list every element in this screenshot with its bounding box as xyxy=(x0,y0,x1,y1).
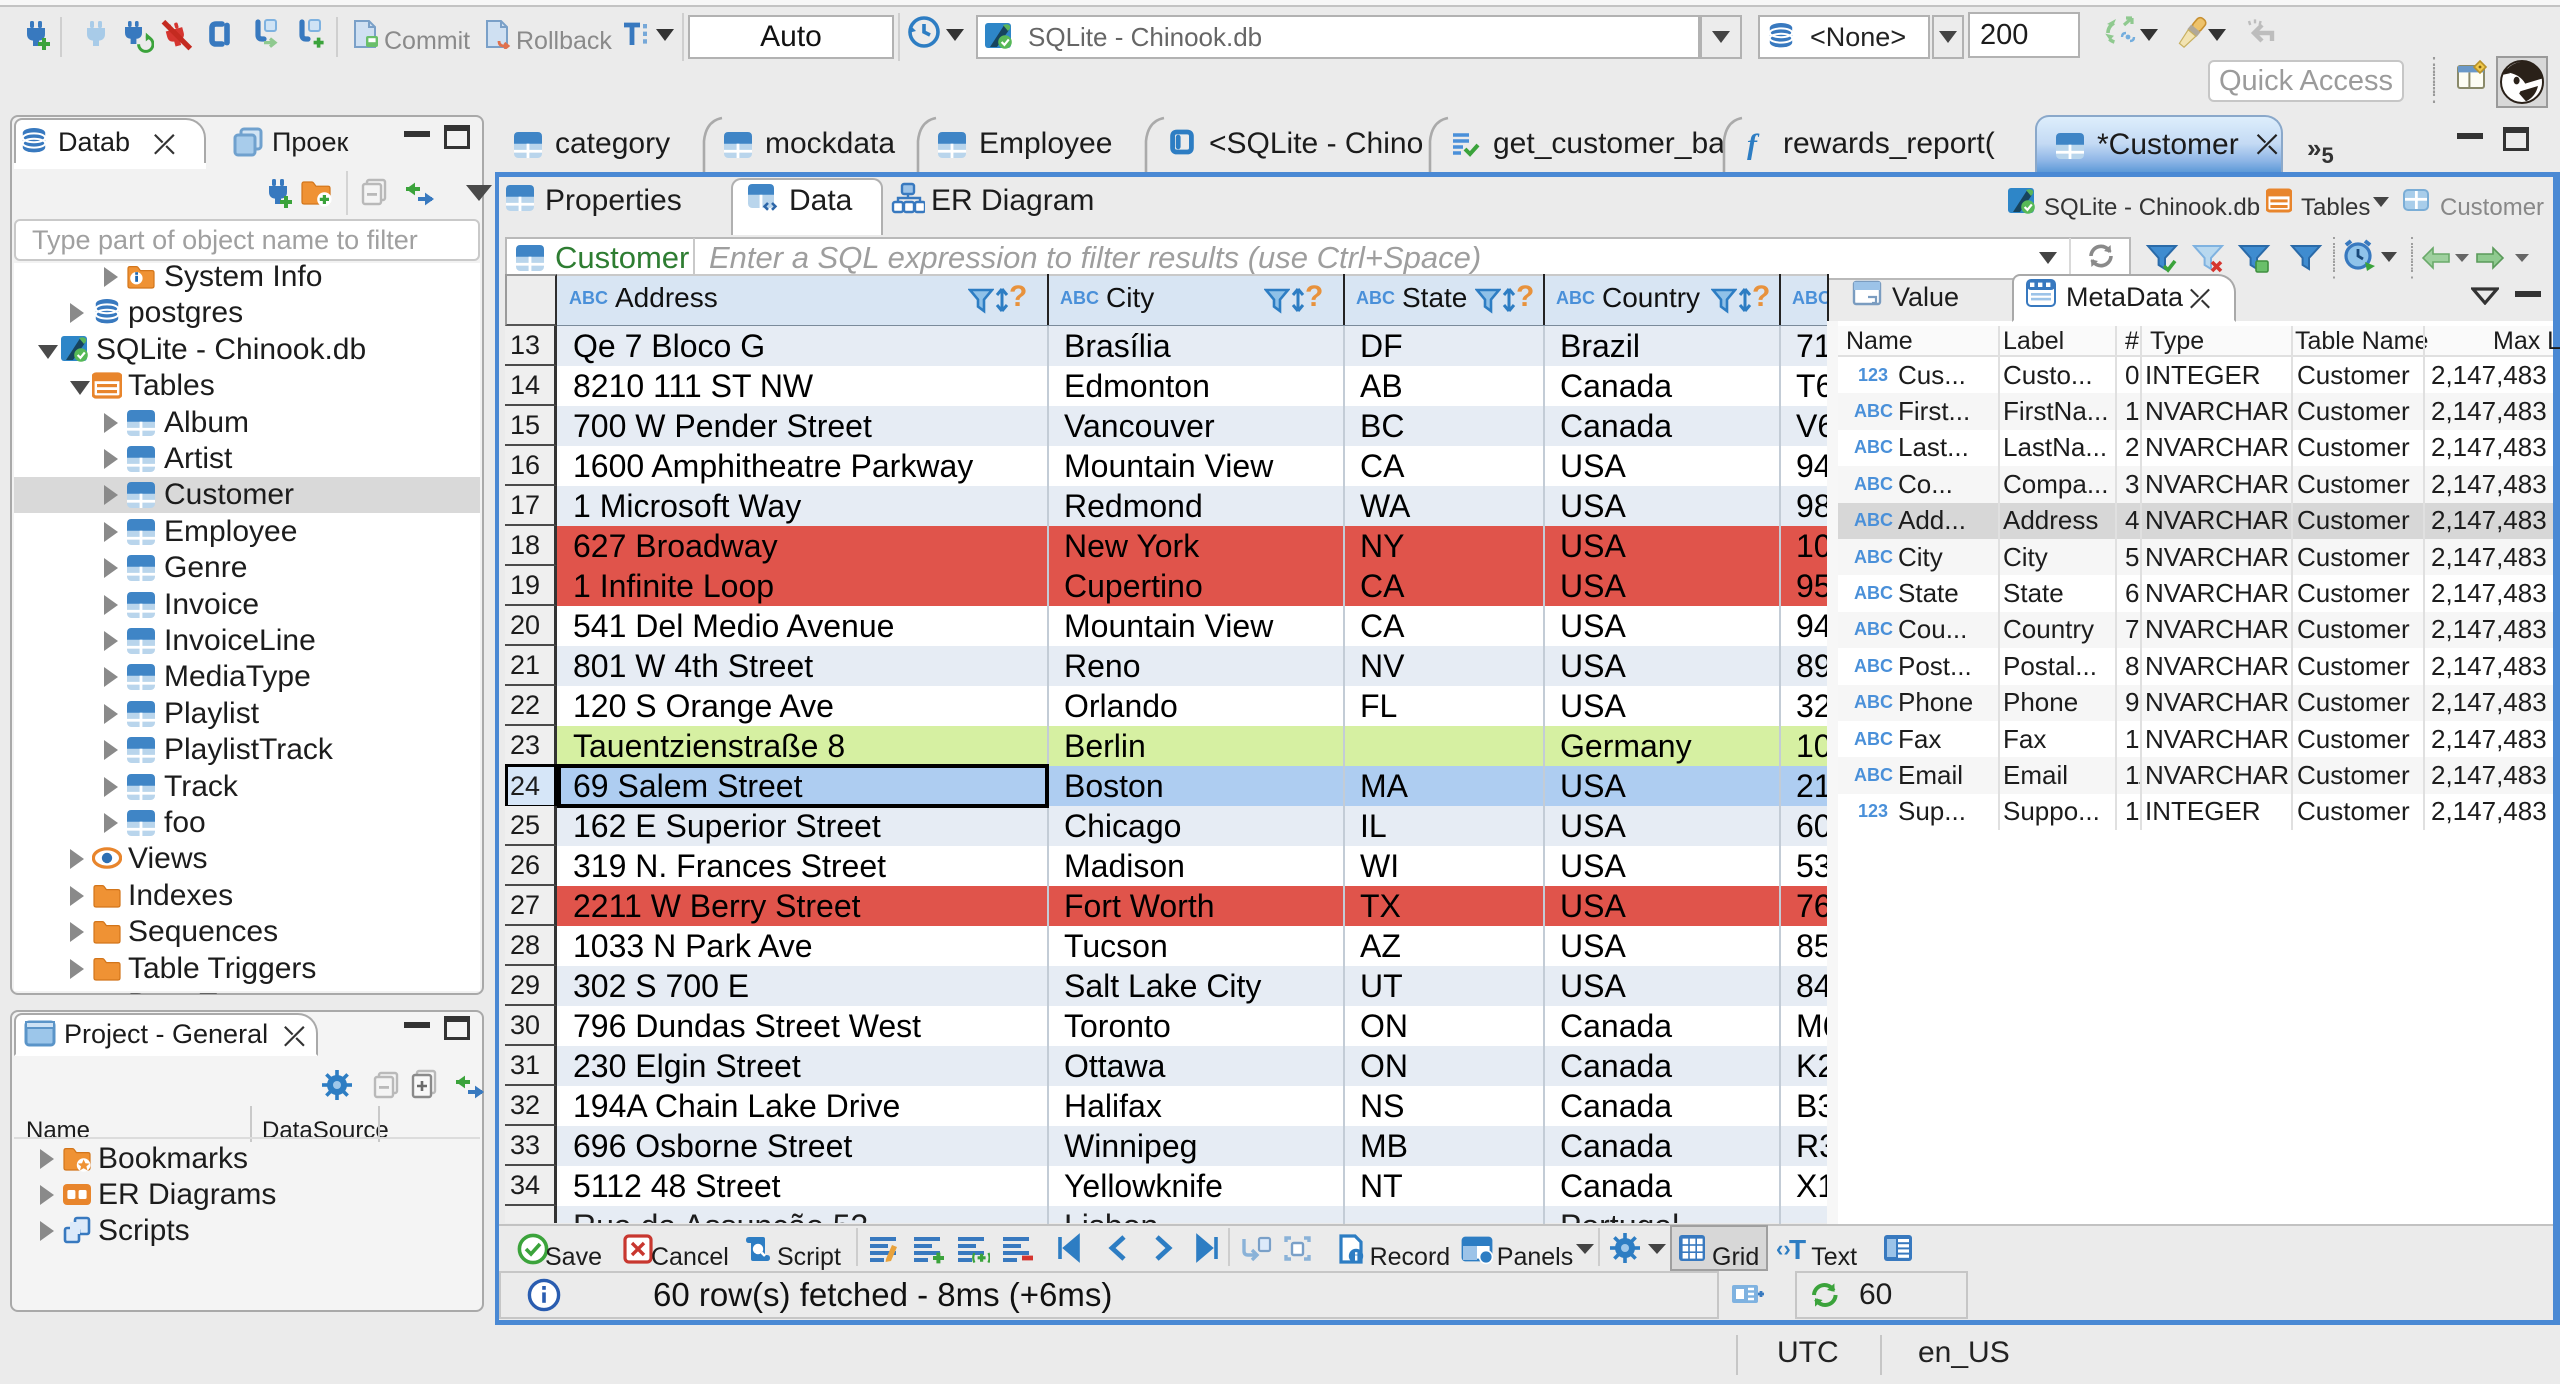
svg-text:T: T xyxy=(1789,1234,1806,1263)
